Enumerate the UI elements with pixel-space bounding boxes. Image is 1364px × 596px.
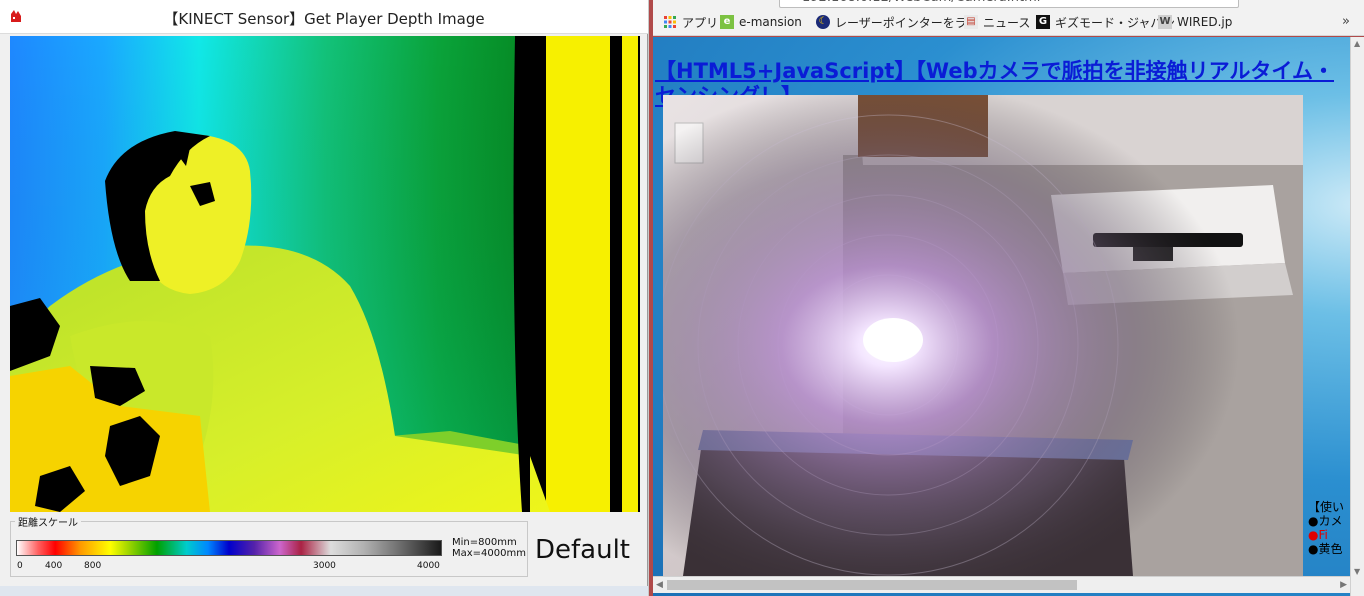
min-max-readout: Min=800mm Max=4000mm [452,537,526,559]
bookmark-laser-pointer[interactable]: ☾ レーザーポインターをラ… [816,14,979,30]
taskbar-strip [0,586,648,596]
more-bookmarks-button[interactable]: » [1342,14,1350,29]
news-icon: ▤ [964,15,978,29]
mode-label: Default [535,535,630,565]
moon-icon: ☾ [816,15,830,29]
bookmark-news[interactable]: ▤ ニュース [964,14,1030,30]
desktop: 【KINECT Sensor】Get Player Depth Image 距離… [0,0,1364,596]
bookmark-label: ギズモード・ジャパン [1055,15,1176,30]
scale-tick: 400 [45,561,63,571]
bookmark-wired[interactable]: W WIRED.jp [1158,14,1232,30]
address-bar[interactable]: 192.168.0.12/WebCam/Camera.html [779,0,1239,8]
bookmark-e-mansion[interactable]: e e-mansion [720,14,802,30]
horizontal-scroll-thumb[interactable] [667,580,1077,590]
wired-icon: W [1158,15,1172,29]
usage-note: ●Fi [1308,528,1328,542]
webcam-video [663,95,1303,576]
scroll-up-icon[interactable]: ▲ [1354,39,1360,48]
max-distance-label: Max=4000mm [452,548,526,559]
bookmark-label: e-mansion [739,15,802,29]
gizmodo-icon: G [1036,15,1050,29]
min-distance-label: Min=800mm [452,537,517,548]
usage-note: ●カメ [1308,514,1343,528]
bookmark-gizmodo[interactable]: G ギズモード・ジャパン [1036,14,1175,30]
page-content: 【HTML5+JavaScript】【Webカメラで脈拍を非接触リアルタイム・セ… [653,37,1364,596]
depth-image [10,36,640,512]
browser-window: 192.168.0.12/WebCam/Camera.html アプリ e e-… [649,0,1364,596]
bookmark-label: アプリ [682,15,719,30]
usage-note: ●黄色 [1308,542,1343,556]
bookmarks-bar: アプリ e e-mansion ☾ レーザーポインターをラ… ▤ ニュース G … [653,8,1364,36]
bookmark-label: WIRED.jp [1177,15,1233,29]
apps-grid-icon [664,16,676,28]
scroll-right-icon[interactable]: ▶ [1340,580,1347,590]
window-title: 【KINECT Sensor】Get Player Depth Image [163,10,485,28]
scroll-down-icon[interactable]: ▼ [1354,567,1360,576]
scroll-left-icon[interactable]: ◀ [656,580,663,590]
distance-scale-label: 距離スケール [15,514,81,529]
kinect-window: 【KINECT Sensor】Get Player Depth Image 距離… [0,0,648,596]
title-bar[interactable]: 【KINECT Sensor】Get Player Depth Image [0,0,648,34]
scale-tick: 800 [84,561,102,571]
bookmark-label: ニュース [983,15,1031,30]
bookmark-label: レーザーポインターをラ… [835,15,979,30]
scale-tick: 4000 [417,561,440,571]
bookmark-apps[interactable]: アプリ [663,14,718,30]
usage-note: 【使い [1308,500,1345,514]
scale-tick: 3000 [313,561,336,571]
usage-notes: 【使い ●カメ ●Fi ●黄色 [1308,500,1348,556]
distance-scale-group: 距離スケール 0 400 800 3000 4000 [10,514,528,577]
horizontal-scrollbar[interactable]: ◀ ▶ [653,576,1350,593]
browser-toolbar: 192.168.0.12/WebCam/Camera.html [653,0,1364,8]
scale-tick: 0 [17,561,23,571]
distance-scale-bar [16,540,442,556]
vertical-scrollbar[interactable]: ▲ ▼ [1350,37,1364,596]
e-mansion-icon: e [720,15,734,29]
